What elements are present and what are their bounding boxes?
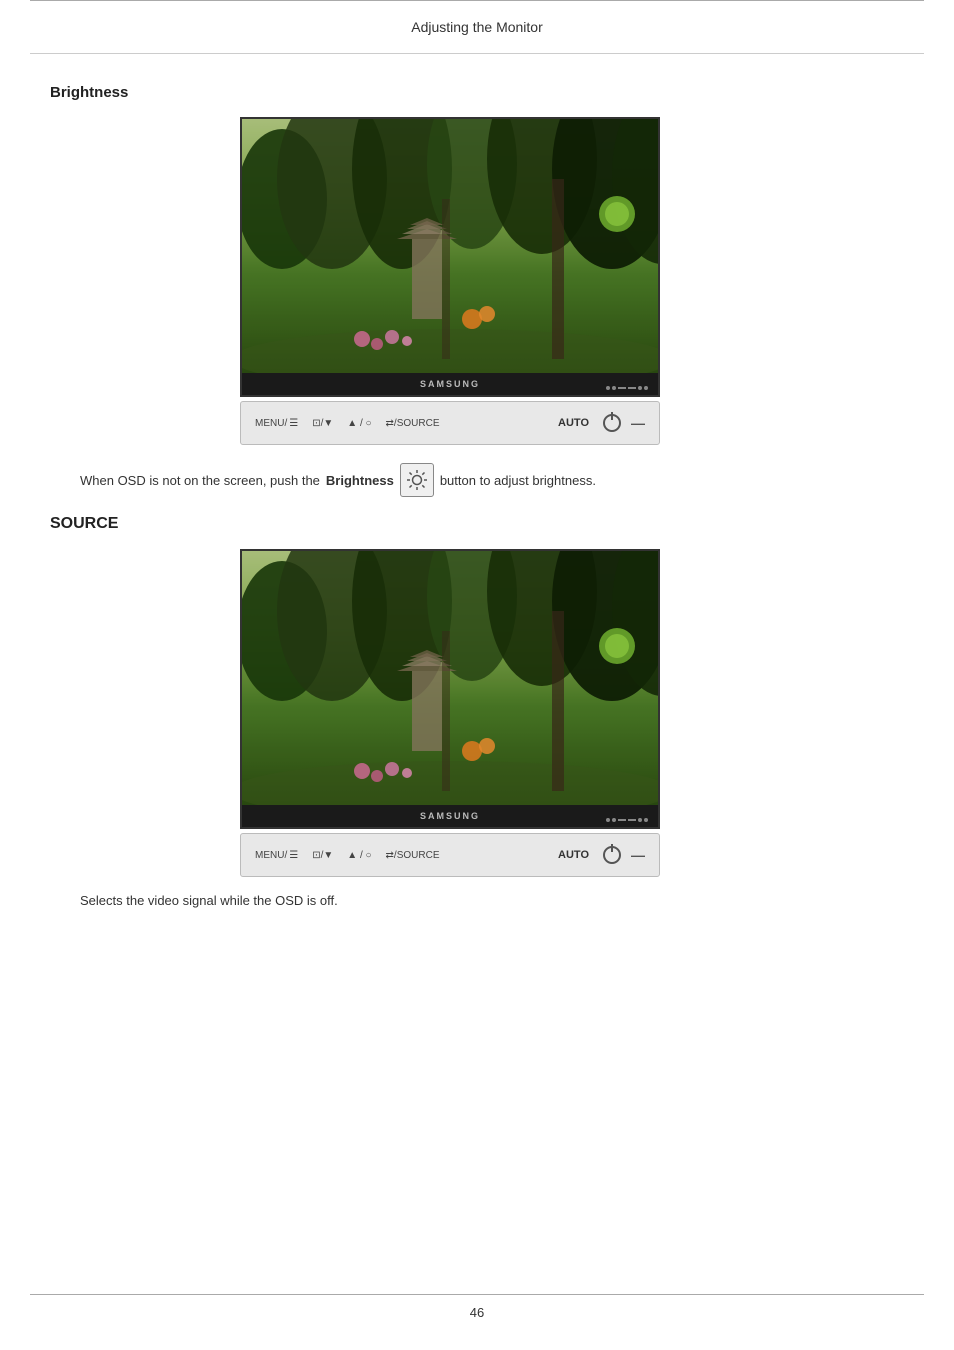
source-control-bar: MENU/ ☰ ⊡/▼ ▲ / ○ ⇄/SOURCE AUTO — (240, 833, 660, 877)
auto-button[interactable]: AUTO (558, 417, 589, 429)
page-footer: 46 (0, 1294, 954, 1320)
source-dash-label: — (631, 847, 645, 863)
indicator-line-2 (628, 387, 636, 389)
menu-icon: MENU/ (255, 418, 287, 429)
brightness-monitor-wrapper: SAMSUNG MENU/ ☰ ⊡/▼ ▲ / ○ (240, 117, 904, 445)
down-button[interactable]: ⊡/▼ (312, 418, 333, 429)
bottom-border (30, 1294, 924, 1295)
brightness-desc-after: button to adjust brightness. (440, 473, 596, 488)
page-header: Adjusting the Monitor (30, 1, 924, 54)
indicator-line-4 (628, 819, 636, 821)
source-brightness-button[interactable]: ▲ / ○ (347, 850, 371, 861)
brightness-button[interactable]: ▲ / ○ (347, 418, 371, 429)
source-section: SOURCE (50, 515, 904, 908)
dash-label: — (631, 415, 645, 431)
indicator-7 (638, 818, 642, 822)
monitor-brand-bar-1: SAMSUNG (242, 373, 658, 395)
source-description: Selects the video signal while the OSD i… (50, 893, 904, 908)
brightness-desc-before: When OSD is not on the screen, push the (80, 473, 320, 488)
samsung-logo-2: SAMSUNG (420, 811, 480, 821)
indicator-2 (612, 386, 616, 390)
indicator-8 (644, 818, 648, 822)
monitor-indicators-2 (606, 818, 648, 822)
brightness-icon-button (400, 463, 434, 497)
source-button[interactable]: ⇄/SOURCE (386, 418, 440, 429)
indicator-1 (606, 386, 610, 390)
brightness-bold: Brightness (326, 473, 394, 488)
page-number: 46 (0, 1305, 954, 1320)
menu-lines-icon: ☰ (289, 418, 298, 429)
menu-button[interactable]: MENU/ ☰ (255, 418, 298, 429)
source-power-button[interactable] (603, 846, 621, 864)
monitor-brand-bar-2: SAMSUNG (242, 805, 658, 827)
monitor-indicators-1 (606, 386, 648, 390)
source-monitor-screen: SAMSUNG (240, 549, 660, 829)
indicator-line-3 (618, 819, 626, 821)
source-icon: ⇄/SOURCE (386, 418, 440, 429)
brightness-up-icon: ▲ / ○ (347, 418, 371, 429)
brightness-control-bar: MENU/ ☰ ⊡/▼ ▲ / ○ ⇄/SOURCE AUTO — (240, 401, 660, 445)
page-title: Adjusting the Monitor (411, 19, 543, 35)
source-menu-lines-icon: ☰ (289, 850, 298, 861)
source-menu-button[interactable]: MENU/ ☰ (255, 850, 298, 861)
source-heading: SOURCE (50, 515, 904, 533)
power-button[interactable] (603, 414, 621, 432)
samsung-logo-1: SAMSUNG (420, 379, 480, 389)
brightness-description: When OSD is not on the screen, push the … (50, 463, 904, 497)
indicator-3 (638, 386, 642, 390)
source-src-icon: ⇄/SOURCE (386, 850, 440, 861)
content-area: Brightness (0, 54, 954, 938)
source-monitor-wrapper: SAMSUNG MENU/ ☰ (240, 549, 904, 877)
source-down-button[interactable]: ⊡/▼ (312, 850, 333, 861)
indicator-4 (644, 386, 648, 390)
indicator-line-1 (618, 387, 626, 389)
source-menu-icon: MENU/ (255, 850, 287, 861)
source-brightness-up-icon: ▲ / ○ (347, 850, 371, 861)
source-src-button[interactable]: ⇄/SOURCE (386, 850, 440, 861)
brightness-monitor-screen: SAMSUNG (240, 117, 660, 397)
down-icon: ⊡/▼ (312, 418, 333, 429)
brightness-heading: Brightness (50, 84, 904, 101)
source-auto-button[interactable]: AUTO (558, 849, 589, 861)
source-down-icon: ⊡/▼ (312, 850, 333, 861)
indicator-5 (606, 818, 610, 822)
indicator-6 (612, 818, 616, 822)
